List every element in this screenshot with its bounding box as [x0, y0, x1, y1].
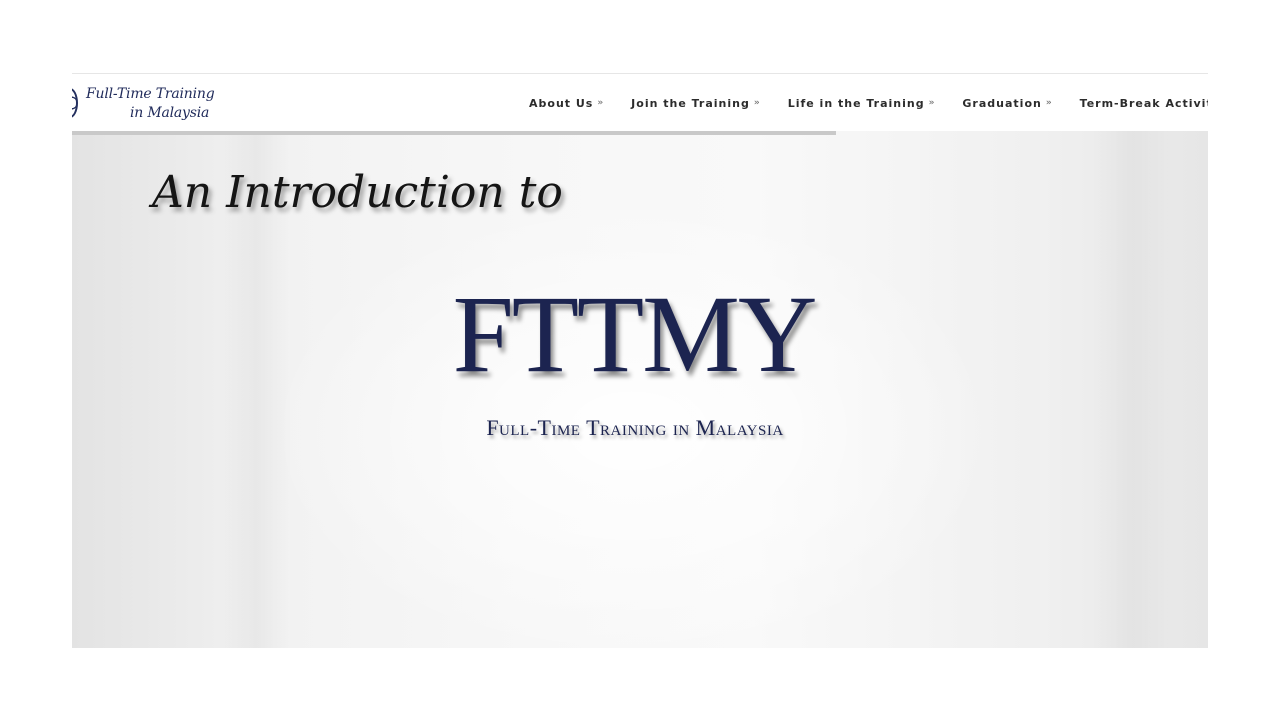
- nav-item-join-the-training[interactable]: Join the Training »: [631, 97, 760, 110]
- scroll-progress-bar: [72, 131, 836, 135]
- nav-item-graduation[interactable]: Graduation »: [962, 97, 1051, 110]
- nav-item-term-break-activities[interactable]: Term-Break Activiti: [1080, 97, 1208, 110]
- nav-item-label: Join the Training: [631, 96, 750, 110]
- chevron-down-icon: »: [1045, 98, 1052, 108]
- nav-item-label: Life in the Training: [787, 96, 925, 110]
- site-logo[interactable]: Full-Time Training in Malaysia: [72, 82, 222, 126]
- logo-text-line2: in Malaysia: [130, 105, 210, 121]
- nav-item-label: Graduation: [962, 96, 1042, 110]
- chevron-down-icon: »: [597, 98, 604, 108]
- chevron-down-icon: »: [928, 98, 935, 108]
- logo-text-line1: Full-Time Training: [86, 86, 215, 102]
- site-header: Full-Time Training in Malaysia About Us …: [72, 73, 1208, 131]
- nav-item-label: About Us: [529, 96, 594, 110]
- hero-subtitle: Full-Time Training in Malaysia: [486, 415, 784, 440]
- seal-icon: [72, 88, 78, 118]
- nav-item-life-in-the-training[interactable]: Life in the Training »: [788, 97, 935, 110]
- hero-banner: An Introduction to FTTMY Full-Time Train…: [72, 131, 1208, 648]
- hero-title: FTTMY: [452, 273, 818, 395]
- page-frame: Full-Time Training in Malaysia About Us …: [72, 73, 1208, 648]
- main-nav: About Us » Join the Training » Life in t…: [529, 74, 1208, 132]
- hero-intro-heading: An Introduction to: [152, 167, 563, 218]
- chevron-down-icon: »: [753, 98, 760, 108]
- nav-item-about-us[interactable]: About Us »: [529, 97, 603, 110]
- hero-shadow-right: [1092, 131, 1172, 648]
- nav-item-label: Term-Break Activiti: [1079, 96, 1208, 110]
